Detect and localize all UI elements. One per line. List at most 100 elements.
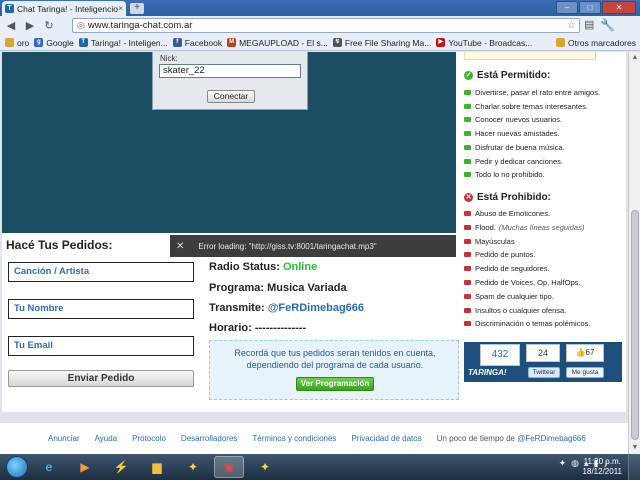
tab-close-icon[interactable]: × — [118, 4, 123, 13]
bullet-icon — [464, 172, 471, 178]
footer-link[interactable]: Términos y condiciones — [252, 434, 336, 443]
nick-input[interactable]: skater_22 — [159, 64, 301, 78]
bookmark-item[interactable]: g Google — [34, 38, 74, 48]
flood-note: (Muchas líneas seguidas) — [498, 222, 585, 232]
email-input[interactable]: Tu Email — [8, 336, 194, 356]
scroll-down-icon[interactable]: ▼ — [631, 444, 639, 451]
taringa-icon: T — [78, 38, 88, 47]
show-desktop-button[interactable] — [628, 454, 640, 480]
bookmark-item[interactable]: oro — [5, 38, 29, 48]
dj-handle-link[interactable]: @FeRDimebag666 — [268, 302, 364, 314]
bullet-icon — [464, 238, 471, 244]
radio-program: Programa: Musica Variada — [209, 282, 347, 294]
taringa-favicon-icon: T — [5, 4, 14, 13]
internet-explorer-icon[interactable]: e — [34, 456, 64, 478]
footer-link[interactable]: Protocolo — [132, 434, 166, 443]
new-tab-button[interactable]: + — [130, 3, 144, 14]
send-request-button[interactable]: Enviar Pedido — [8, 370, 194, 387]
nick-label: Nick: — [160, 54, 178, 63]
bullet-icon — [464, 266, 471, 272]
notice-text: Recordá que tus pedidos seran tenidos en… — [234, 348, 436, 370]
like-count: 👍67 — [566, 344, 604, 362]
zune-icon[interactable]: ⚡ — [106, 456, 136, 478]
footer-link[interactable]: Ayuda — [95, 434, 118, 443]
error-text: Error loading: "http://giss.tv:8001/tari… — [198, 241, 377, 251]
taringa-share-button[interactable]: TARINGA! — [468, 368, 507, 377]
like-button[interactable]: Me gusta — [566, 367, 604, 378]
song-artist-input[interactable]: Canción / Artista — [8, 262, 194, 282]
chrome-taskbar-icon[interactable]: ◉ — [214, 456, 244, 478]
page-menu-icon[interactable]: ▤ — [584, 18, 594, 31]
wrench-icon[interactable]: 🔧 — [600, 18, 615, 32]
tray-app-icon[interactable]: ✦ — [559, 458, 567, 469]
rule-item: Flood. (Muchas líneas seguidas) — [464, 223, 584, 232]
connect-button[interactable]: Conectar — [207, 90, 255, 103]
reload-icon[interactable]: ↻ — [41, 18, 57, 34]
browser-toolbar: ◀ ▶ ↻ ◎ www.taringa-chat.com.ar ☆ ▤ 🔧 — [0, 16, 640, 35]
tray-app-icon[interactable]: ◍ — [571, 458, 579, 469]
rule-item: Abuso de Emoticones. — [464, 209, 550, 218]
tweet-button[interactable]: Twittear — [528, 367, 560, 378]
media-player-icon[interactable]: ▶ — [70, 456, 100, 478]
forbidden-title: ✕ Está Prohibido: — [464, 192, 551, 203]
taskbar-clock[interactable]: 11:20 p.m. 18/12/2011 — [583, 457, 622, 477]
explorer-folder-icon[interactable]: ▆ — [142, 456, 172, 478]
bookmark-item[interactable]: ▶ YouTube - Broadcas... — [436, 38, 532, 48]
winamp-icon[interactable]: ✦ — [250, 456, 280, 478]
facebook-icon: f — [172, 38, 182, 47]
footer-link[interactable]: Privacidad de datos — [351, 434, 421, 443]
browser-tab[interactable]: T Chat Taringa! - Inteligencio × — [2, 1, 126, 16]
page-scrollbar[interactable]: ▲ ▼ — [628, 52, 640, 454]
close-window-button[interactable]: ✕ — [602, 1, 636, 14]
globe-icon: ◎ — [77, 20, 85, 30]
radio-transmite: Transmite: @FeRDimebag666 — [209, 302, 365, 314]
rule-item: Discriminación o temas polémicos. — [464, 319, 590, 328]
scroll-thumb[interactable] — [631, 210, 639, 440]
start-button[interactable] — [6, 456, 28, 478]
bullet-icon — [464, 293, 471, 299]
bullet-icon — [464, 224, 471, 230]
footer-handle-link[interactable]: @FeRDimebag666 — [517, 434, 586, 443]
bullet-icon — [464, 307, 471, 313]
radio-horario: Horario: -------------- — [209, 322, 307, 334]
bullet-icon — [464, 131, 471, 137]
rule-item: Charlar sobre temas interesantes. — [464, 102, 588, 111]
forward-icon[interactable]: ▶ — [22, 18, 38, 34]
bullet-icon — [464, 280, 471, 285]
status-badge: Online — [282, 261, 318, 273]
rule-item: Todo lo no prohibido. — [464, 170, 545, 179]
scroll-up-icon[interactable]: ▲ — [631, 54, 639, 61]
bookmark-item[interactable]: f Facebook — [172, 38, 222, 48]
rule-item: Hacer nuevas amistades. — [464, 129, 560, 138]
winamp-icon[interactable]: ✦ — [178, 456, 208, 478]
view-schedule-button[interactable]: Ver Programación — [296, 377, 374, 391]
other-bookmarks[interactable]: Otros marcadores — [555, 38, 636, 48]
clock-time: 11:20 p.m. — [583, 457, 621, 466]
name-input[interactable]: Tu Nombre — [8, 299, 194, 319]
rule-item: Disfrutar de buena música. — [464, 143, 565, 152]
maximize-button[interactable]: □ — [579, 1, 601, 14]
rule-item: Pedir y dedicar canciones. — [464, 157, 563, 166]
bookmark-star-icon[interactable]: ☆ — [567, 20, 576, 31]
tab-title: Chat Taringa! - Inteligencio — [17, 3, 118, 14]
bookmark-item[interactable]: ↯ Free File Sharing Ma... — [332, 38, 431, 48]
error-toast: ✕ Error loading: "http://giss.tv:8001/ta… — [170, 235, 456, 257]
twitter-count: 24 — [526, 344, 560, 362]
minimize-button[interactable]: – — [556, 1, 578, 14]
requests-title: Hacé Tus Pedidos: — [6, 238, 113, 252]
allowed-title: ✓ Está Permitido: — [464, 70, 551, 81]
rule-item: Conocer nuevos usuarios. — [464, 115, 562, 124]
address-bar[interactable]: ◎ www.taringa-chat.com.ar ☆ — [72, 18, 580, 33]
file-sharing-icon: ↯ — [332, 38, 342, 47]
taringa-count: 432 — [480, 344, 520, 366]
bookmark-item[interactable]: M MEGAUPLOAD - El s... — [227, 38, 328, 48]
browser-titlebar: T Chat Taringa! - Inteligencio × + – □ ✕ — [0, 0, 640, 16]
back-icon[interactable]: ◀ — [3, 18, 19, 34]
bookmark-item[interactable]: T Taringa! - Inteligen... — [78, 38, 168, 48]
close-icon[interactable]: ✕ — [176, 241, 184, 252]
footer-link[interactable]: Desarrolladores — [181, 434, 237, 443]
chat-embed[interactable]: Nick: skater_22 Conectar — [2, 52, 456, 233]
page-content: Nick: skater_22 Conectar Hacé Tus Pedido… — [2, 52, 626, 412]
footer-link[interactable]: Anunciar — [48, 434, 80, 443]
url-text: www.taringa-chat.com.ar — [87, 20, 193, 31]
